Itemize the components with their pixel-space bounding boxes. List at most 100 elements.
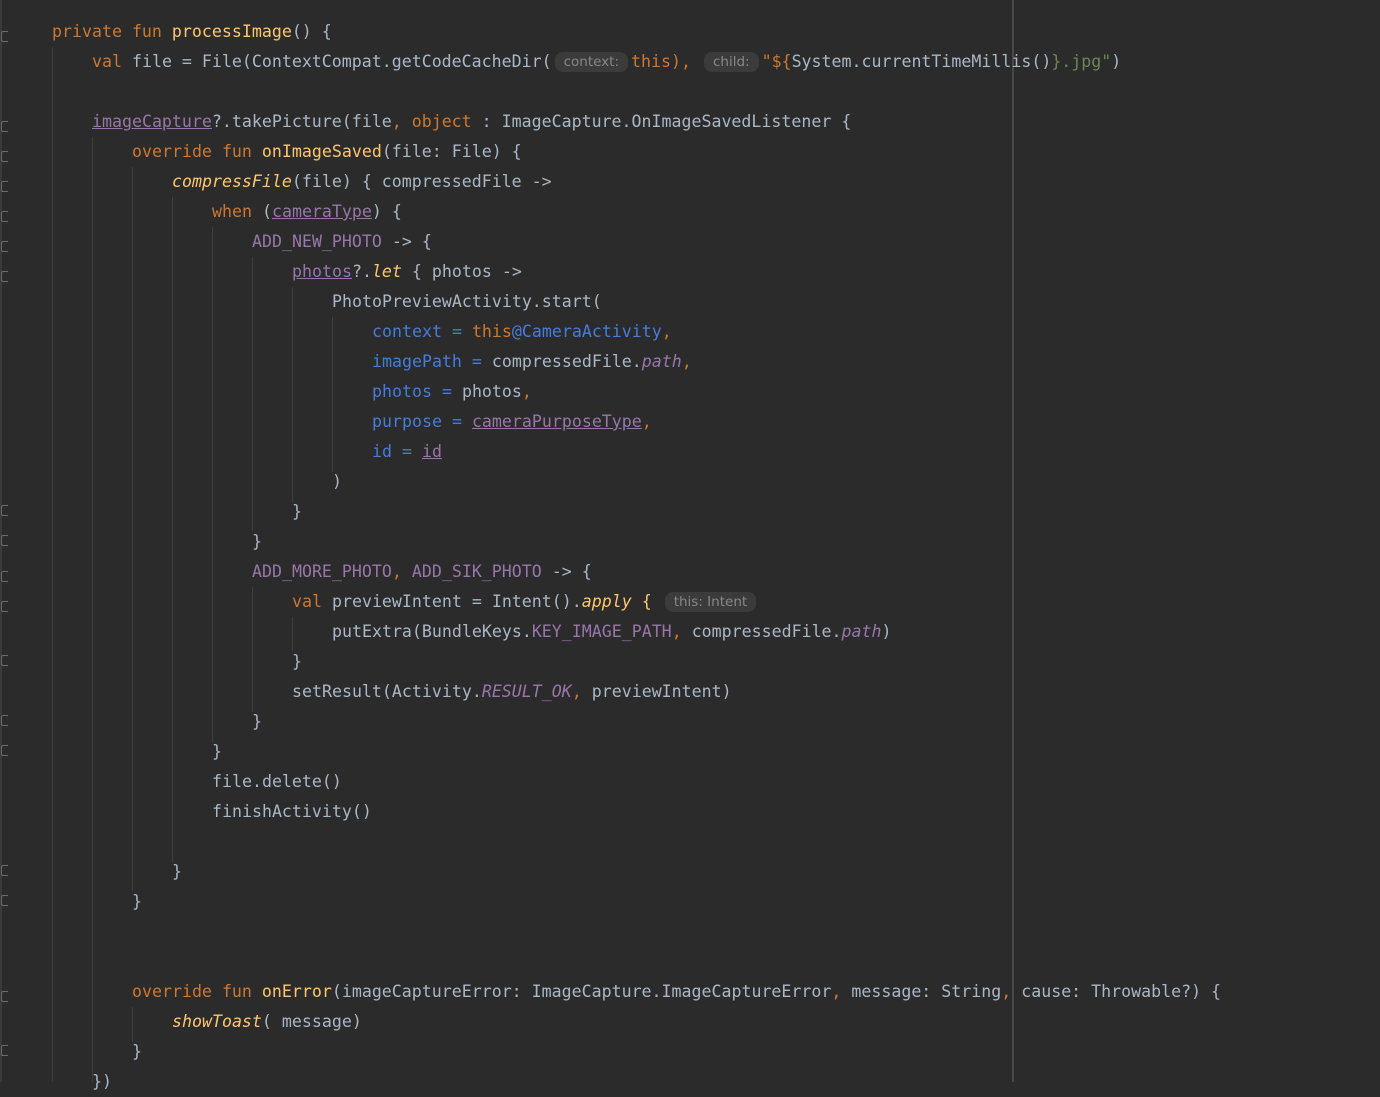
code-line-26[interactable]: file.delete() [212,767,342,797]
fold-marker-icon[interactable] [1,715,8,726]
code-line-30[interactable]: } [132,887,142,917]
code-line-16[interactable]: ) [332,467,342,497]
code-text: -> { [391,232,432,251]
named-argument: = [451,412,462,431]
code-line-14[interactable]: purpose = cameraPurposeType, [372,407,652,437]
code-line-12[interactable]: imagePath = compressedFile.path, [372,347,692,377]
code-line-36[interactable]: }) [92,1067,112,1097]
indent-guide [52,47,53,1082]
code-line-5[interactable]: override fun onImageSaved(file: File) { [132,137,522,167]
code-line-8[interactable]: ADD_NEW_PHOTO -> { [252,227,432,257]
code-text: ( message) [261,1012,362,1031]
code-editor[interactable]: private fun processImage() { val file = … [0,0,1380,1091]
constant-ref: KEY_IMAGE_PATH [531,622,672,641]
code-text: compressedFile. [491,352,642,371]
keyword: val [92,52,122,71]
fold-marker-icon[interactable] [1,601,8,612]
fold-marker-icon[interactable] [1,865,8,876]
code-text: file = File(ContextCompat.getCodeCacheDi… [131,52,552,71]
code-text: (file: File) { [381,142,522,161]
code-line-6[interactable]: compressFile(file) { compressedFile -> [172,167,552,197]
enum-constant: ADD_SIK_PHOTO [411,562,542,581]
code-text: } [172,862,182,881]
code-line-27[interactable]: finishActivity() [212,797,372,827]
code-line-4[interactable]: imageCapture?.takePicture(file, object :… [92,107,851,137]
code-line-11[interactable]: context = this@CameraActivity, [372,317,672,347]
enum-constant: ADD_NEW_PHOTO [252,232,382,251]
code-line-33[interactable]: override fun onError(imageCaptureError: … [132,977,1221,1007]
fold-marker-icon[interactable] [1,1045,8,1056]
code-text: : ImageCapture.OnImageSavedListener { [481,112,852,131]
fold-marker-icon[interactable] [1,745,8,756]
code-line-20[interactable]: val previewIntent = Intent().apply { thi… [292,587,759,617]
code-text: ) [1111,52,1122,71]
fold-marker-icon[interactable] [1,211,8,222]
fold-marker-icon[interactable] [1,181,8,192]
code-text: ) [332,472,342,491]
code-line-35[interactable]: } [132,1037,142,1067]
code-text: } [132,1042,142,1061]
code-text: previewIntent) [591,682,732,701]
fold-marker-icon[interactable] [1,655,8,666]
code-line-13[interactable]: photos = photos, [372,377,532,407]
code-text: { photos -> [411,262,522,281]
fold-marker-icon[interactable] [1,151,8,162]
right-margin-guide [1012,0,1014,1082]
code-line-23[interactable]: setResult(Activity.RESULT_OK, previewInt… [292,677,732,707]
fold-marker-icon[interactable] [1,535,8,546]
code-text: , [661,322,672,341]
fold-marker-icon[interactable] [1,121,8,132]
keyword: override [132,982,212,1001]
function-name: onError [261,982,332,1001]
fold-marker-icon[interactable] [1,505,8,516]
keyword: fun [131,22,162,41]
label-ref: @CameraActivity [511,322,662,341]
fold-marker-icon[interactable] [1,271,8,282]
code-line-24[interactable]: } [252,707,262,737]
code-line-29[interactable]: } [172,857,182,887]
fold-marker-icon[interactable] [1,895,8,906]
fold-marker-icon[interactable] [1,31,8,42]
named-argument: purpose [372,412,442,431]
keyword: fun [221,982,252,1001]
code-line-22[interactable]: } [292,647,302,677]
code-line-34[interactable]: showToast( message) [172,1007,362,1037]
code-line-10[interactable]: PhotoPreviewActivity.start( [332,287,602,317]
fold-marker-icon[interactable] [1,571,8,582]
code-line-2[interactable]: val file = File(ContextCompat.getCodeCac… [92,47,1121,77]
code-text: , [831,982,842,1001]
code-line-25[interactable]: } [212,737,222,767]
code-text: , [391,112,402,131]
code-text: , [671,622,682,641]
property-ref: photos [292,262,352,281]
code-line-21[interactable]: putExtra(BundleKeys.KEY_IMAGE_PATH, comp… [332,617,892,647]
named-argument: = [441,382,452,401]
indent-guide [132,167,133,892]
named-argument: = [451,322,462,341]
code-line-18[interactable]: } [252,527,262,557]
property-ref: path [841,622,882,641]
code-text: , [391,562,402,581]
function-call: showToast [172,1012,262,1031]
property-ref: cameraType [271,202,372,221]
code-line-17[interactable]: } [292,497,302,527]
code-line-19[interactable]: ADD_MORE_PHOTO, ADD_SIK_PHOTO -> { [252,557,592,587]
code-line-9[interactable]: photos?.let { photos -> [292,257,522,287]
keyword: val [292,592,322,611]
code-text: () { [291,22,332,41]
code-text: photos [461,382,522,401]
fold-marker-icon[interactable] [1,991,8,1002]
code-text: ) [881,622,892,641]
fold-marker-icon[interactable] [1,241,8,252]
code-line-1[interactable]: private fun processImage() { [52,17,332,47]
code-text: } [292,502,302,521]
indent-guide [172,197,173,862]
named-argument: photos [372,382,432,401]
indent-guide [292,287,293,502]
code-text: compressedFile. [691,622,842,641]
code-line-7[interactable]: when (cameraType) { [212,197,402,227]
named-argument: = [471,352,482,371]
code-line-15[interactable]: id = id [372,437,442,467]
code-text: , [571,682,582,701]
code-text: , [641,412,652,431]
